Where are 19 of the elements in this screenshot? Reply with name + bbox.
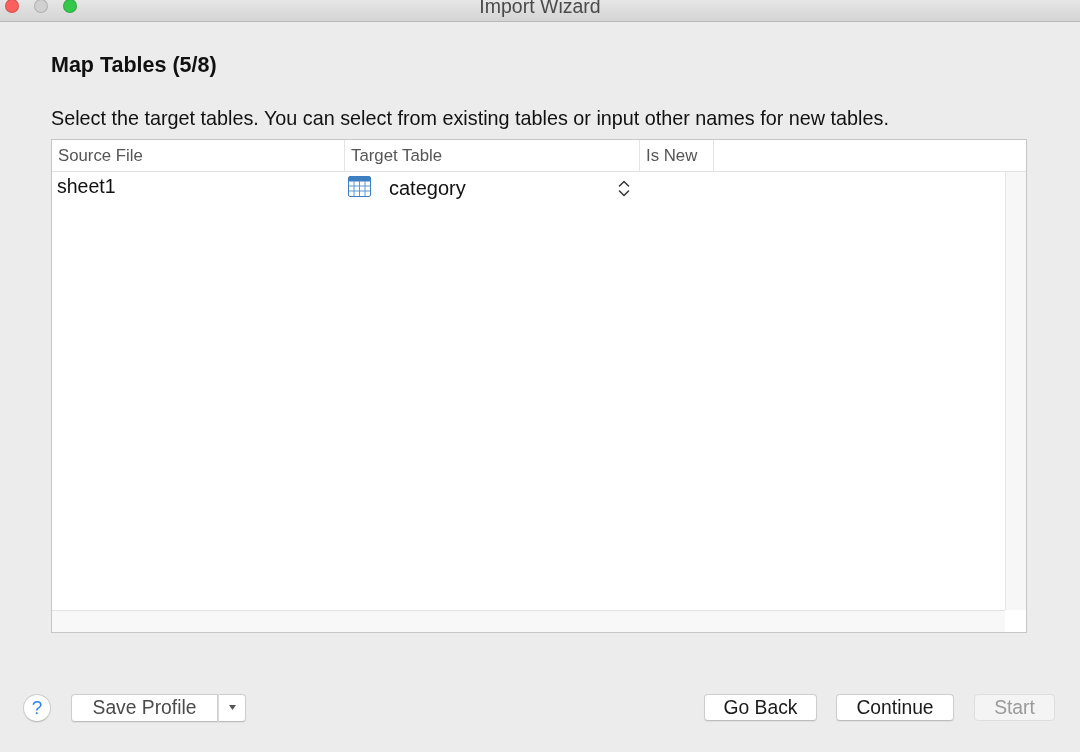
horizontal-scrollbar[interactable]: [52, 610, 1005, 632]
column-header[interactable]: Target Table: [345, 140, 640, 171]
zoom-button[interactable]: [63, 0, 77, 13]
vertical-scrollbar[interactable]: [1005, 172, 1026, 610]
column-header[interactable]: Is New: [640, 140, 714, 171]
caret-icon: [228, 705, 236, 710]
target-table-select[interactable]: category: [346, 172, 640, 200]
table-cell-text: sheet1: [56, 174, 117, 199]
close-button[interactable]: [5, 0, 19, 13]
save-profile-menu-button[interactable]: [218, 693, 246, 722]
table-icon: [348, 176, 371, 197]
step-title: Map Tables (5/8): [51, 53, 217, 78]
wizard-button[interactable]: Go Back: [704, 694, 817, 721]
up-down-chevron-icon: [618, 180, 630, 197]
column-header[interactable]: Source File: [52, 140, 345, 171]
instruction-text: Select the target tables. You can select from existing tables or input other names for new tables.: [51, 106, 889, 130]
save-profile-button[interactable]: Save Profile: [71, 693, 218, 722]
help-button[interactable]: ?: [23, 693, 51, 722]
wizard-button[interactable]: Continue: [836, 694, 954, 721]
